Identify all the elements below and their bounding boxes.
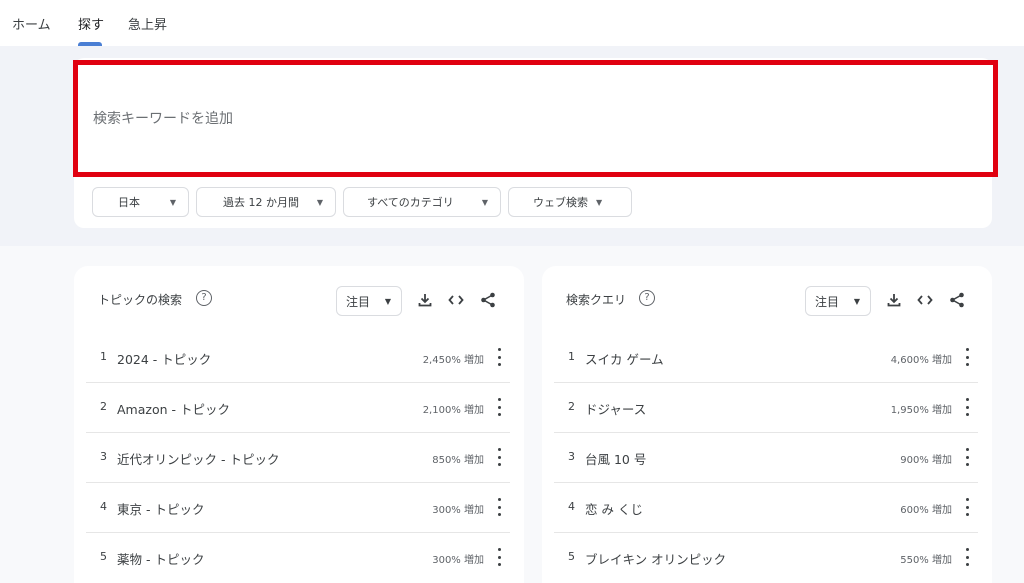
queries-panel: 検索クエリ ? 注目 ▼ 1 スイカ ゲーム 4,600% 増加 2 ドジャース… xyxy=(542,266,992,583)
filter-category-label: すべてのカテゴリ xyxy=(367,196,454,209)
panel-title: 検索クエリ xyxy=(566,293,627,307)
row-rank: 2 xyxy=(568,400,575,413)
filter-time-range-label: 過去 12 か月間 xyxy=(223,196,299,209)
row-growth: 4,600% 増加 xyxy=(890,355,952,366)
row-label[interactable]: スイカ ゲーム xyxy=(585,349,664,368)
list-item[interactable]: 3 近代オリンピック - トピック 850% 増加 xyxy=(86,433,510,483)
embed-icon[interactable] xyxy=(446,290,466,310)
more-vert-icon[interactable] xyxy=(964,398,970,416)
embed-icon[interactable] xyxy=(915,290,935,310)
share-icon[interactable] xyxy=(947,290,967,310)
row-rank: 4 xyxy=(568,500,575,513)
row-rank: 2 xyxy=(100,400,107,413)
list-item[interactable]: 1 スイカ ゲーム 4,600% 増加 xyxy=(554,333,978,383)
more-vert-icon[interactable] xyxy=(964,498,970,516)
sort-select[interactable]: 注目 ▼ xyxy=(336,286,402,316)
panel-title: トピックの検索 xyxy=(98,293,183,307)
caret-down-icon: ▼ xyxy=(169,197,176,207)
filter-category[interactable]: すべてのカテゴリ ▼ xyxy=(343,187,501,217)
row-rank: 1 xyxy=(568,350,575,363)
download-icon[interactable] xyxy=(884,290,904,310)
sort-select-label: 注目 xyxy=(815,294,840,309)
row-growth: 550% 増加 xyxy=(900,555,952,566)
row-rank: 3 xyxy=(100,450,107,463)
more-vert-icon[interactable] xyxy=(964,548,970,566)
caret-down-icon: ▼ xyxy=(596,197,603,207)
row-rank: 5 xyxy=(568,550,575,563)
row-label[interactable]: Amazon - トピック xyxy=(117,399,230,418)
filter-region[interactable]: 日本 ▼ xyxy=(92,187,189,217)
download-icon[interactable] xyxy=(415,290,435,310)
row-growth: 300% 増加 xyxy=(432,555,484,566)
list-item[interactable]: 5 ブレイキン オリンピック 550% 増加 xyxy=(554,533,978,583)
more-vert-icon[interactable] xyxy=(496,348,502,366)
sort-select-label: 注目 xyxy=(346,294,371,309)
list-item[interactable]: 4 東京 - トピック 300% 増加 xyxy=(86,483,510,533)
row-rank: 5 xyxy=(100,550,107,563)
tab-home[interactable]: ホーム xyxy=(12,14,51,33)
more-vert-icon[interactable] xyxy=(496,398,502,416)
share-icon[interactable] xyxy=(478,290,498,310)
row-growth: 2,100% 増加 xyxy=(422,405,484,416)
filter-region-label: 日本 xyxy=(118,196,140,209)
caret-down-icon: ▼ xyxy=(384,296,391,306)
row-label[interactable]: ブレイキン オリンピック xyxy=(585,549,726,568)
more-vert-icon[interactable] xyxy=(496,448,502,466)
row-rank: 1 xyxy=(100,350,107,363)
topics-panel: トピックの検索 ? 注目 ▼ 1 2024 - トピック 2,450% 増加 2… xyxy=(74,266,524,583)
filter-search-type[interactable]: ウェブ検索 ▼ xyxy=(508,187,632,217)
caret-down-icon: ▼ xyxy=(316,197,323,207)
more-vert-icon[interactable] xyxy=(964,348,970,366)
row-label[interactable]: ドジャース xyxy=(585,399,646,418)
list-item[interactable]: 2 Amazon - トピック 2,100% 増加 xyxy=(86,383,510,433)
filter-time-range[interactable]: 過去 12 か月間 ▼ xyxy=(196,187,336,217)
row-growth: 600% 増加 xyxy=(900,505,952,516)
more-vert-icon[interactable] xyxy=(964,448,970,466)
row-label[interactable]: 薬物 - トピック xyxy=(117,549,204,568)
list-item[interactable]: 4 恋 み くじ 600% 増加 xyxy=(554,483,978,533)
row-label[interactable]: 台風 10 号 xyxy=(585,449,646,468)
row-growth: 300% 増加 xyxy=(432,505,484,516)
row-rank: 3 xyxy=(568,450,575,463)
row-growth: 850% 増加 xyxy=(432,455,484,466)
row-label[interactable]: 2024 - トピック xyxy=(117,349,211,368)
row-rank: 4 xyxy=(100,500,107,513)
tab-explore[interactable]: 探す xyxy=(78,14,104,33)
list-item[interactable]: 5 薬物 - トピック 300% 増加 xyxy=(86,533,510,583)
list-item[interactable]: 3 台風 10 号 900% 増加 xyxy=(554,433,978,483)
more-vert-icon[interactable] xyxy=(496,548,502,566)
row-growth: 900% 増加 xyxy=(900,455,952,466)
row-growth: 2,450% 増加 xyxy=(422,355,484,366)
help-icon[interactable]: ? xyxy=(639,290,655,306)
search-input[interactable] xyxy=(93,65,973,172)
list-item[interactable]: 1 2024 - トピック 2,450% 増加 xyxy=(86,333,510,383)
row-label[interactable]: 恋 み くじ xyxy=(585,499,643,518)
caret-down-icon: ▼ xyxy=(853,296,860,306)
filter-search-type-label: ウェブ検索 xyxy=(533,196,588,209)
more-vert-icon[interactable] xyxy=(496,498,502,516)
caret-down-icon: ▼ xyxy=(481,197,488,207)
row-label[interactable]: 東京 - トピック xyxy=(117,499,204,518)
row-growth: 1,950% 増加 xyxy=(890,405,952,416)
row-label[interactable]: 近代オリンピック - トピック xyxy=(117,449,279,468)
list-item[interactable]: 2 ドジャース 1,950% 増加 xyxy=(554,383,978,433)
search-box-highlight xyxy=(73,60,998,177)
help-icon[interactable]: ? xyxy=(196,290,212,306)
tab-trending[interactable]: 急上昇 xyxy=(128,14,167,33)
top-nav: ホーム 探す 急上昇 xyxy=(0,0,1024,46)
sort-select[interactable]: 注目 ▼ xyxy=(805,286,871,316)
